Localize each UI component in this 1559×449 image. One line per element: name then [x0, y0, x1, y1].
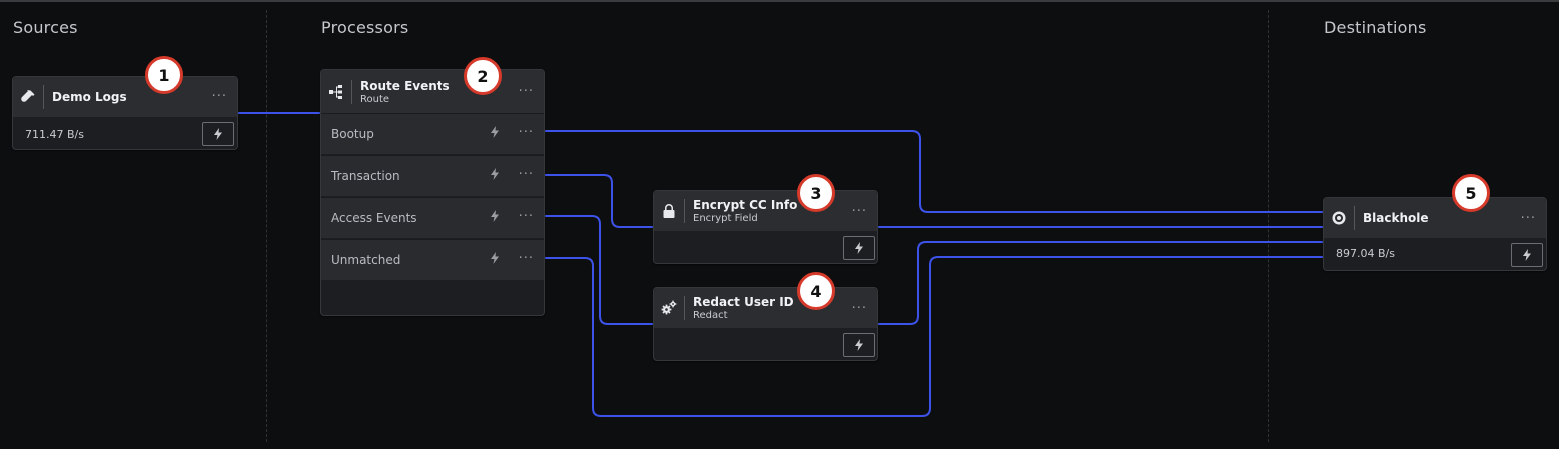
header-separator — [684, 296, 685, 320]
node-encrypt-cc-info[interactable]: Encrypt CC Info Encrypt Field ··· — [653, 190, 878, 264]
node-demo-logs[interactable]: Demo Logs ··· 711.47 B/s — [12, 76, 238, 150]
node-header: Encrypt CC Info Encrypt Field ··· — [654, 191, 877, 231]
more-options-button[interactable]: ··· — [212, 89, 227, 104]
more-options-button[interactable]: ··· — [519, 84, 534, 99]
node-subtitle: Encrypt Field — [693, 213, 758, 224]
header-separator — [43, 85, 44, 109]
header-separator — [684, 199, 685, 223]
route-label: Unmatched — [331, 253, 401, 267]
route-icon — [321, 84, 351, 100]
node-header: Blackhole ··· — [1324, 198, 1546, 238]
node-subtitle: Route — [360, 93, 390, 105]
route-more-button[interactable]: ··· — [519, 125, 534, 140]
flask-icon — [13, 89, 43, 105]
node-header: Route Events Route ··· — [321, 70, 544, 113]
bolt-icon[interactable] — [490, 126, 500, 138]
bolt-icon — [855, 339, 863, 351]
header-separator — [351, 79, 352, 104]
step-badge-1: 1 — [145, 56, 183, 94]
route-row-access-events[interactable]: Access Events ··· — [321, 197, 544, 238]
bolt-icon — [855, 242, 863, 254]
node-title: Route Events — [360, 78, 450, 93]
node-blackhole[interactable]: Blackhole ··· 897.04 B/s — [1323, 197, 1547, 271]
tap-button[interactable] — [202, 122, 234, 146]
step-badge-2: 2 — [464, 57, 502, 95]
node-redact-user-id[interactable]: Redact User ID Redact ··· — [653, 287, 878, 361]
step-badge-3: 3 — [797, 174, 835, 212]
bolt-icon — [1523, 249, 1531, 261]
throughput-rate: 711.47 B/s — [25, 128, 84, 141]
route-more-button[interactable]: ··· — [519, 209, 534, 224]
step-badge-5: 5 — [1452, 174, 1490, 212]
node-subtitle: Redact — [693, 310, 728, 321]
more-options-button[interactable]: ··· — [852, 301, 867, 316]
route-label: Access Events — [331, 211, 417, 225]
route-label: Transaction — [331, 169, 400, 183]
edge-access-redact — [544, 215, 654, 325]
tap-button[interactable] — [843, 236, 875, 260]
node-header: Redact User ID Redact ··· — [654, 288, 877, 328]
node-title: Demo Logs — [52, 90, 127, 104]
target-icon — [1324, 210, 1354, 226]
node-header: Demo Logs ··· — [13, 77, 237, 117]
throughput-rate: 897.04 B/s — [1336, 247, 1395, 260]
more-options-button[interactable]: ··· — [852, 204, 867, 219]
route-row-transaction[interactable]: Transaction ··· — [321, 155, 544, 196]
route-more-button[interactable]: ··· — [519, 167, 534, 182]
bolt-icon[interactable] — [490, 168, 500, 180]
node-title: Blackhole — [1363, 211, 1429, 225]
route-label: Bootup — [331, 127, 374, 141]
tap-button[interactable] — [843, 333, 875, 357]
node-route-events[interactable]: Route Events Route ··· Bootup ··· Transa… — [320, 69, 545, 316]
step-badge-4: 4 — [797, 272, 835, 310]
header-separator — [1354, 206, 1355, 230]
bolt-icon — [214, 128, 222, 140]
gears-icon — [654, 300, 684, 316]
node-title: Encrypt CC Info — [693, 198, 798, 212]
more-options-button[interactable]: ··· — [1521, 211, 1536, 226]
edge-redact-blackhole — [877, 241, 1323, 325]
tap-button[interactable] — [1511, 243, 1543, 267]
route-more-button[interactable]: ··· — [519, 251, 534, 266]
route-row-bootup[interactable]: Bootup ··· — [321, 113, 544, 154]
bolt-icon[interactable] — [490, 252, 500, 264]
lock-icon — [654, 203, 684, 219]
bolt-icon[interactable] — [490, 210, 500, 222]
node-title: Redact User ID — [693, 295, 794, 309]
route-row-unmatched[interactable]: Unmatched ··· — [321, 239, 544, 280]
